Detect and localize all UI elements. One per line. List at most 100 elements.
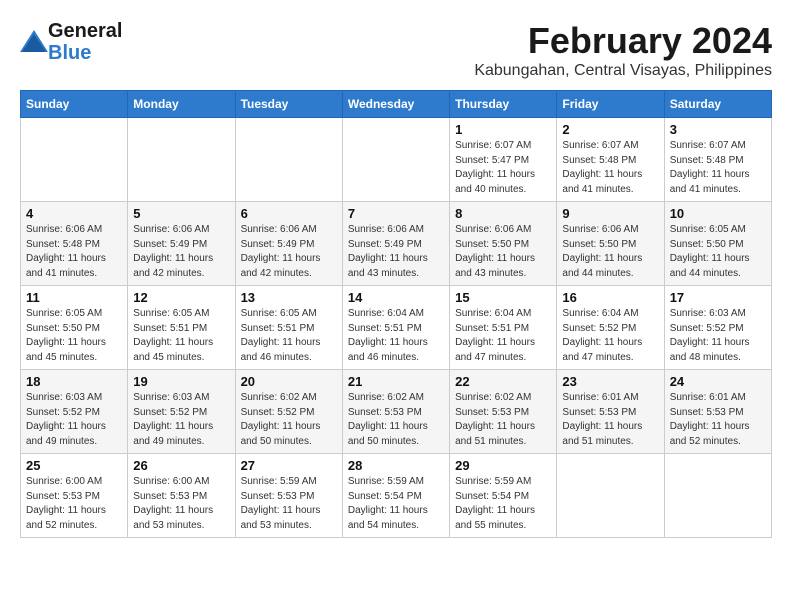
calendar-cell: 21 Sunrise: 6:02 AM Sunset: 5:53 PM Dayli… bbox=[342, 370, 449, 454]
day-number: 14 bbox=[348, 290, 444, 305]
day-info: Sunrise: 6:03 AM Sunset: 5:52 PM Dayligh… bbox=[26, 391, 122, 449]
calendar-cell bbox=[557, 454, 664, 538]
day-info: Sunrise: 6:06 AM Sunset: 5:50 PM Dayligh… bbox=[455, 223, 551, 281]
day-number: 13 bbox=[241, 290, 337, 305]
day-number: 6 bbox=[241, 206, 337, 221]
day-info: Sunrise: 6:07 AM Sunset: 5:48 PM Dayligh… bbox=[562, 139, 658, 197]
day-number: 19 bbox=[133, 374, 229, 389]
day-info: Sunrise: 5:59 AM Sunset: 5:53 PM Dayligh… bbox=[241, 475, 337, 533]
day-info: Sunrise: 6:04 AM Sunset: 5:51 PM Dayligh… bbox=[348, 307, 444, 365]
calendar-cell: 7 Sunrise: 6:06 AM Sunset: 5:49 PM Daylig… bbox=[342, 202, 449, 286]
day-number: 21 bbox=[348, 374, 444, 389]
day-number: 15 bbox=[455, 290, 551, 305]
day-number: 18 bbox=[26, 374, 122, 389]
day-number: 26 bbox=[133, 458, 229, 473]
day-info: Sunrise: 6:03 AM Sunset: 5:52 PM Dayligh… bbox=[670, 307, 766, 365]
column-header-wednesday: Wednesday bbox=[342, 91, 449, 118]
calendar-header-row: SundayMondayTuesdayWednesdayThursdayFrid… bbox=[21, 91, 772, 118]
day-info: Sunrise: 6:06 AM Sunset: 5:50 PM Dayligh… bbox=[562, 223, 658, 281]
day-number: 23 bbox=[562, 374, 658, 389]
day-number: 5 bbox=[133, 206, 229, 221]
column-header-thursday: Thursday bbox=[450, 91, 557, 118]
logo-icon bbox=[20, 30, 44, 50]
calendar-subtitle: Kabungahan, Central Visayas, Philippines bbox=[474, 62, 772, 80]
day-number: 9 bbox=[562, 206, 658, 221]
day-number: 10 bbox=[670, 206, 766, 221]
calendar-cell bbox=[21, 118, 128, 202]
calendar-cell: 18 Sunrise: 6:03 AM Sunset: 5:52 PM Dayli… bbox=[21, 370, 128, 454]
day-info: Sunrise: 6:06 AM Sunset: 5:49 PM Dayligh… bbox=[348, 223, 444, 281]
day-number: 28 bbox=[348, 458, 444, 473]
day-info: Sunrise: 6:05 AM Sunset: 5:51 PM Dayligh… bbox=[241, 307, 337, 365]
calendar-cell bbox=[342, 118, 449, 202]
calendar-cell bbox=[235, 118, 342, 202]
day-info: Sunrise: 6:02 AM Sunset: 5:52 PM Dayligh… bbox=[241, 391, 337, 449]
calendar-cell: 5 Sunrise: 6:06 AM Sunset: 5:49 PM Daylig… bbox=[128, 202, 235, 286]
calendar-cell: 29 Sunrise: 5:59 AM Sunset: 5:54 PM Dayli… bbox=[450, 454, 557, 538]
calendar-cell: 20 Sunrise: 6:02 AM Sunset: 5:52 PM Dayli… bbox=[235, 370, 342, 454]
calendar-week-row: 11 Sunrise: 6:05 AM Sunset: 5:50 PM Dayli… bbox=[21, 286, 772, 370]
calendar-cell: 14 Sunrise: 6:04 AM Sunset: 5:51 PM Dayli… bbox=[342, 286, 449, 370]
calendar-cell: 22 Sunrise: 6:02 AM Sunset: 5:53 PM Dayli… bbox=[450, 370, 557, 454]
day-info: Sunrise: 6:02 AM Sunset: 5:53 PM Dayligh… bbox=[455, 391, 551, 449]
day-number: 2 bbox=[562, 122, 658, 137]
day-number: 20 bbox=[241, 374, 337, 389]
calendar-cell: 11 Sunrise: 6:05 AM Sunset: 5:50 PM Dayli… bbox=[21, 286, 128, 370]
calendar-cell: 2 Sunrise: 6:07 AM Sunset: 5:48 PM Daylig… bbox=[557, 118, 664, 202]
calendar-table: SundayMondayTuesdayWednesdayThursdayFrid… bbox=[20, 90, 772, 538]
day-info: Sunrise: 6:06 AM Sunset: 5:48 PM Dayligh… bbox=[26, 223, 122, 281]
calendar-cell: 28 Sunrise: 5:59 AM Sunset: 5:54 PM Dayli… bbox=[342, 454, 449, 538]
day-info: Sunrise: 6:05 AM Sunset: 5:50 PM Dayligh… bbox=[670, 223, 766, 281]
column-header-friday: Friday bbox=[557, 91, 664, 118]
calendar-cell: 24 Sunrise: 6:01 AM Sunset: 5:53 PM Dayli… bbox=[664, 370, 771, 454]
calendar-cell: 25Sunrise: 6:00 AM Sunset: 5:53 PM Dayli… bbox=[21, 454, 128, 538]
calendar-cell: 4Sunrise: 6:06 AM Sunset: 5:48 PM Daylig… bbox=[21, 202, 128, 286]
calendar-cell: 23 Sunrise: 6:01 AM Sunset: 5:53 PM Dayli… bbox=[557, 370, 664, 454]
calendar-cell: 3 Sunrise: 6:07 AM Sunset: 5:48 PM Daylig… bbox=[664, 118, 771, 202]
day-info: Sunrise: 6:01 AM Sunset: 5:53 PM Dayligh… bbox=[562, 391, 658, 449]
day-number: 11 bbox=[26, 290, 122, 305]
day-info: Sunrise: 6:03 AM Sunset: 5:52 PM Dayligh… bbox=[133, 391, 229, 449]
day-info: Sunrise: 5:59 AM Sunset: 5:54 PM Dayligh… bbox=[348, 475, 444, 533]
calendar-cell: 1Sunrise: 6:07 AM Sunset: 5:47 PM Daylig… bbox=[450, 118, 557, 202]
day-number: 24 bbox=[670, 374, 766, 389]
page-header: General Blue February 2024 Kabungahan, C… bbox=[20, 20, 772, 80]
calendar-cell: 16 Sunrise: 6:04 AM Sunset: 5:52 PM Dayli… bbox=[557, 286, 664, 370]
calendar-cell: 6 Sunrise: 6:06 AM Sunset: 5:49 PM Daylig… bbox=[235, 202, 342, 286]
calendar-week-row: 25 Sunrise: 6:00 AM Sunset: 5:53 PM Dayli… bbox=[21, 454, 772, 538]
calendar-cell bbox=[128, 118, 235, 202]
calendar-cell: 26 Sunrise: 6:00 AM Sunset: 5:53 PM Dayli… bbox=[128, 454, 235, 538]
column-header-monday: Monday bbox=[128, 91, 235, 118]
calendar-cell: 27 Sunrise: 5:59 AM Sunset: 5:53 PM Dayli… bbox=[235, 454, 342, 538]
calendar-week-row: 18 Sunrise: 6:03 AM Sunset: 5:52 PM Dayli… bbox=[21, 370, 772, 454]
day-info: Sunrise: 5:59 AM Sunset: 5:54 PM Dayligh… bbox=[455, 475, 551, 533]
day-info: Sunrise: 6:05 AM Sunset: 5:51 PM Dayligh… bbox=[133, 307, 229, 365]
day-number: 12 bbox=[133, 290, 229, 305]
calendar-week-row: 1Sunrise: 6:07 AM Sunset: 5:47 PM Daylig… bbox=[21, 118, 772, 202]
day-number: 3 bbox=[670, 122, 766, 137]
calendar-cell: 17Sunrise: 6:03 AM Sunset: 5:52 PM Dayli… bbox=[664, 286, 771, 370]
logo: General Blue bbox=[20, 20, 122, 64]
calendar-cell: 15Sunrise: 6:04 AM Sunset: 5:51 PM Dayli… bbox=[450, 286, 557, 370]
day-info: Sunrise: 6:07 AM Sunset: 5:48 PM Dayligh… bbox=[670, 139, 766, 197]
day-number: 1 bbox=[455, 122, 551, 137]
calendar-cell: 8Sunrise: 6:06 AM Sunset: 5:50 PM Daylig… bbox=[450, 202, 557, 286]
day-number: 25 bbox=[26, 458, 122, 473]
day-info: Sunrise: 6:04 AM Sunset: 5:52 PM Dayligh… bbox=[562, 307, 658, 365]
calendar-cell bbox=[664, 454, 771, 538]
day-info: Sunrise: 6:06 AM Sunset: 5:49 PM Dayligh… bbox=[241, 223, 337, 281]
day-info: Sunrise: 6:05 AM Sunset: 5:50 PM Dayligh… bbox=[26, 307, 122, 365]
day-info: Sunrise: 6:06 AM Sunset: 5:49 PM Dayligh… bbox=[133, 223, 229, 281]
column-header-sunday: Sunday bbox=[21, 91, 128, 118]
logo-text: General Blue bbox=[48, 20, 122, 64]
day-number: 29 bbox=[455, 458, 551, 473]
title-block: February 2024 Kabungahan, Central Visaya… bbox=[474, 20, 772, 80]
day-number: 27 bbox=[241, 458, 337, 473]
calendar-cell: 9 Sunrise: 6:06 AM Sunset: 5:50 PM Daylig… bbox=[557, 202, 664, 286]
day-info: Sunrise: 6:00 AM Sunset: 5:53 PM Dayligh… bbox=[133, 475, 229, 533]
day-number: 16 bbox=[562, 290, 658, 305]
day-info: Sunrise: 6:02 AM Sunset: 5:53 PM Dayligh… bbox=[348, 391, 444, 449]
day-info: Sunrise: 6:01 AM Sunset: 5:53 PM Dayligh… bbox=[670, 391, 766, 449]
day-number: 22 bbox=[455, 374, 551, 389]
day-number: 7 bbox=[348, 206, 444, 221]
